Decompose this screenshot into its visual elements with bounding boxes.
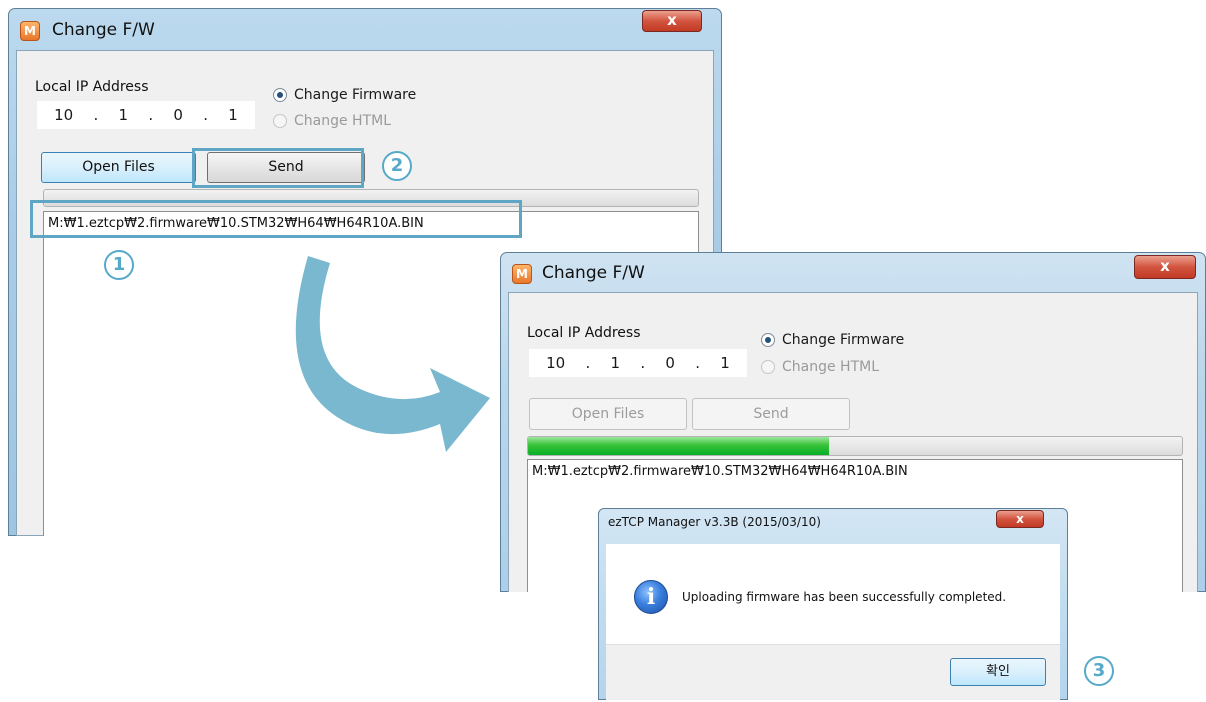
ip-separator: . (93, 106, 99, 124)
radio-change-html[interactable]: Change HTML (273, 113, 391, 129)
dialog-close-button[interactable]: x (996, 510, 1044, 528)
step-marker-2: 2 (382, 151, 412, 181)
radio-label: Change HTML (782, 359, 880, 375)
local-ip-label: Local IP Address (35, 79, 149, 95)
step-marker-1: 1 (104, 250, 134, 280)
progress-fill (528, 437, 829, 455)
dialog-title: ezTCP Manager v3.3B (2015/03/10) (608, 515, 821, 529)
list-item-file-path[interactable]: M:₩1.eztcp₩2.firmware₩10.STM32₩H64₩H64R1… (532, 464, 908, 479)
ip-separator: . (695, 354, 700, 372)
radio-unselected-icon (761, 360, 775, 374)
window-title: Change F/W (542, 263, 645, 283)
upload-progress-bar (527, 436, 1183, 456)
open-files-button[interactable]: Open Files (41, 152, 196, 183)
local-ip-label: Local IP Address (527, 325, 641, 341)
window-title: Change F/W (52, 20, 155, 40)
ip-octet: 0 (173, 106, 183, 124)
app-icon: M (20, 21, 40, 41)
step-marker-3: 3 (1084, 656, 1114, 686)
open-files-button[interactable]: Open Files (529, 398, 687, 430)
ip-separator: . (203, 106, 208, 124)
title-bar: M Change F/W x (500, 252, 1206, 292)
ip-separator: . (148, 106, 154, 124)
radio-change-firmware[interactable]: Change Firmware (273, 87, 416, 103)
local-ip-field[interactable]: 10 . 1 . 0 . 1 (529, 349, 747, 377)
radio-change-firmware[interactable]: Change Firmware (761, 332, 904, 348)
ip-octet: 10 (546, 354, 566, 372)
radio-label: Change Firmware (782, 332, 905, 348)
local-ip-field[interactable]: 10 . 1 . 0 . 1 (37, 101, 255, 129)
ip-octet: 1 (118, 106, 129, 124)
dialog-message: Uploading firmware has been successfully… (682, 590, 1007, 604)
info-icon: i (634, 580, 668, 614)
ok-button[interactable]: 확인 (950, 658, 1046, 686)
send-button[interactable]: Send (692, 398, 850, 430)
highlight-box-send (192, 148, 364, 188)
completion-dialog: ezTCP Manager v3.3B (2015/03/10) x i Upl… (598, 508, 1068, 700)
radio-selected-icon (273, 88, 287, 102)
title-bar: M Change F/W x (8, 8, 722, 48)
ip-octet: 1 (228, 106, 238, 124)
close-button[interactable]: x (1134, 255, 1196, 279)
radio-change-html[interactable]: Change HTML (761, 359, 879, 375)
ip-octet: 0 (665, 354, 675, 372)
ip-separator: . (640, 354, 646, 372)
app-icon: M (512, 264, 532, 284)
ip-octet: 1 (610, 354, 621, 372)
close-button[interactable]: x (642, 10, 702, 32)
dialog-button-bar: 확인 (606, 644, 1060, 700)
dialog-message-area: i Uploading firmware has been successful… (606, 544, 1060, 644)
ip-separator: . (585, 354, 591, 372)
radio-label: Change Firmware (294, 87, 417, 103)
ip-octet: 1 (720, 354, 730, 372)
radio-selected-icon (761, 333, 775, 347)
ip-octet: 10 (54, 106, 74, 124)
highlight-box-file-path (30, 200, 522, 238)
radio-label: Change HTML (294, 113, 392, 129)
radio-unselected-icon (273, 114, 287, 128)
